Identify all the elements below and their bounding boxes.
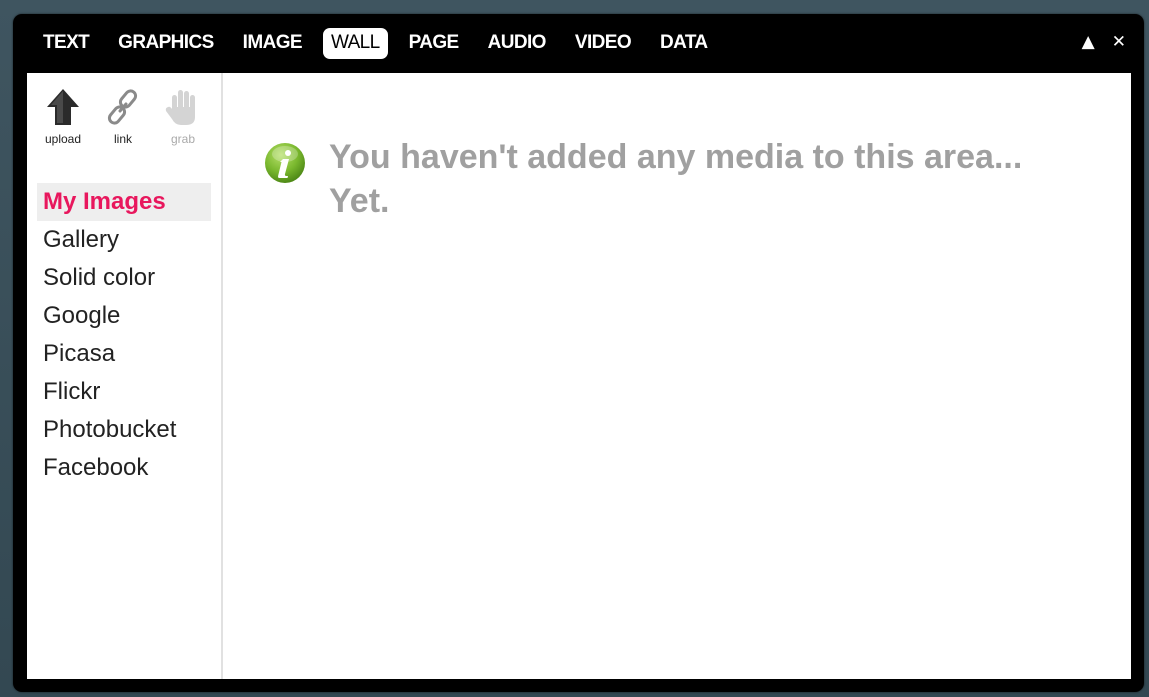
- window-controls: ▲ ✕: [1065, 32, 1126, 52]
- media-area: You haven't added any media to this area…: [223, 73, 1131, 679]
- collapse-icon[interactable]: ▲: [1082, 32, 1095, 52]
- tool-row: upload link grab: [33, 87, 213, 146]
- info-icon: [265, 143, 305, 183]
- tab-list: TEXT GRAPHICS IMAGE WALL PAGE AUDIO VIDE…: [35, 28, 729, 59]
- tab-graphics[interactable]: GRAPHICS: [110, 28, 222, 59]
- grab-label: grab: [170, 132, 196, 146]
- source-google[interactable]: Google: [37, 297, 211, 335]
- tab-text[interactable]: TEXT: [35, 28, 97, 59]
- grab-button[interactable]: grab: [153, 87, 213, 146]
- upload-label: upload: [44, 132, 82, 146]
- source-photobucket[interactable]: Photobucket: [37, 411, 211, 449]
- source-facebook[interactable]: Facebook: [37, 449, 211, 487]
- source-sidebar: upload link grab My Images Gallery Solid…: [27, 73, 223, 679]
- tab-audio[interactable]: AUDIO: [480, 28, 554, 59]
- tab-video[interactable]: VIDEO: [567, 28, 639, 59]
- source-gallery[interactable]: Gallery: [37, 221, 211, 259]
- upload-button[interactable]: upload: [33, 87, 93, 146]
- empty-notice: You haven't added any media to this area…: [263, 135, 1049, 223]
- link-button[interactable]: link: [93, 87, 153, 146]
- tab-data[interactable]: DATA: [652, 28, 716, 59]
- source-solid-color[interactable]: Solid color: [37, 259, 211, 297]
- tab-image[interactable]: IMAGE: [235, 28, 310, 59]
- tab-bar: TEXT GRAPHICS IMAGE WALL PAGE AUDIO VIDE…: [13, 14, 1144, 73]
- dialog-content: upload link grab My Images Gallery Solid…: [27, 73, 1131, 679]
- link-icon: [107, 89, 138, 125]
- link-label: link: [113, 132, 132, 146]
- source-picasa[interactable]: Picasa: [37, 335, 211, 373]
- source-my-images[interactable]: My Images: [37, 183, 211, 221]
- hand-icon: [165, 90, 195, 125]
- source-flickr[interactable]: Flickr: [37, 373, 211, 411]
- upload-icon: [47, 89, 79, 125]
- empty-message: You haven't added any media to this area…: [329, 138, 1023, 220]
- tab-page[interactable]: PAGE: [401, 28, 467, 59]
- source-list: My Images Gallery Solid color Google Pic…: [37, 183, 211, 487]
- media-dialog: TEXT GRAPHICS IMAGE WALL PAGE AUDIO VIDE…: [13, 14, 1144, 692]
- tab-wall[interactable]: WALL: [322, 28, 388, 59]
- close-icon[interactable]: ✕: [1112, 32, 1126, 52]
